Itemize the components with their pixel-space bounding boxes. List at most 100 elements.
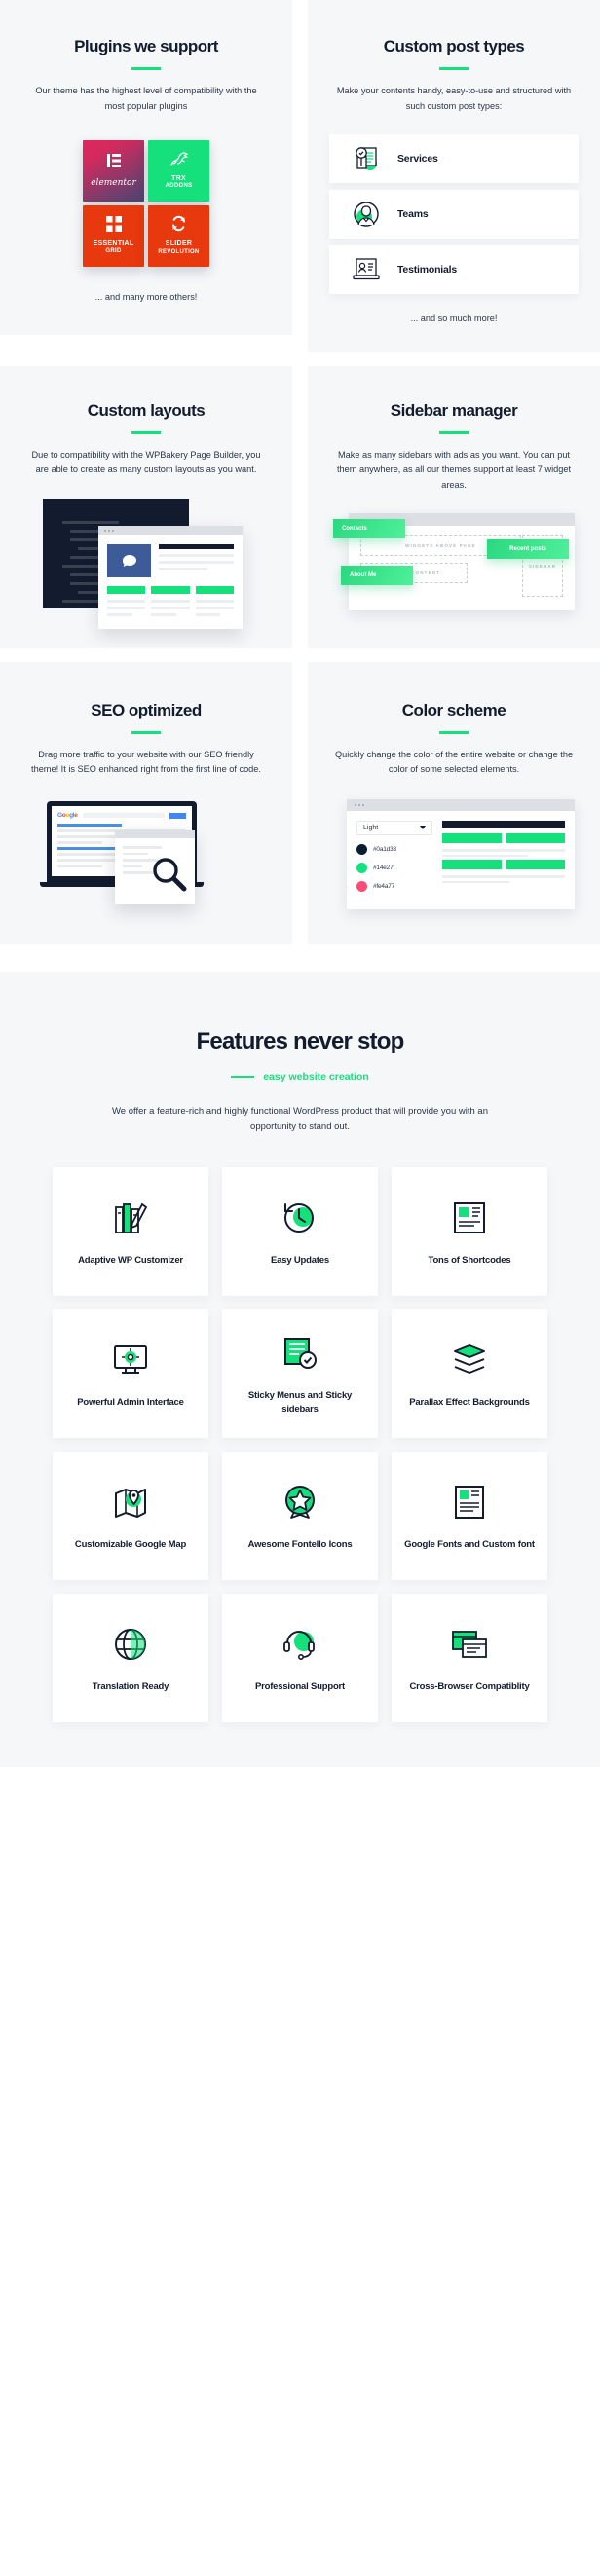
spacer-2 (0, 647, 600, 662)
search-result-window (115, 830, 195, 905)
feature-label-professional-support: Professional Support (254, 1681, 346, 1693)
post-type-label-testimonials: Testimonials (397, 263, 458, 276)
post-type-label-teams: Teams (397, 207, 429, 220)
document-checklist-icon (351, 143, 382, 174)
feature-card-awesome-fontello-icons[interactable]: Awesome Fontello Icons (222, 1451, 378, 1580)
color-scheme-window: Light #0a1d33 #14e27f #fe4a77 (347, 799, 575, 910)
feature-card-tons-of-shortcodes[interactable]: Tons of Shortcodes (392, 1166, 547, 1296)
swatch-hex-green: #14e27f (373, 865, 395, 872)
feature-card-translation-ready[interactable]: Translation Ready (53, 1593, 208, 1722)
color-scheme-section: Color scheme Quickly change the color of… (308, 661, 600, 944)
plugin-name-elementor: elementor (91, 178, 136, 189)
post-type-card-services[interactable]: Services (329, 133, 579, 183)
feature-label-google-fonts: Google Fonts and Custom font (404, 1539, 535, 1551)
col-right-3: Color scheme Quickly change the color of… (308, 661, 600, 944)
feature-card-professional-support[interactable]: Professional Support (222, 1593, 378, 1722)
layouts-rule (131, 430, 161, 434)
features-grid: Adaptive WP Customizer Easy Updates Tons… (0, 1166, 600, 1722)
features-subtitle-row: easy website creation (0, 1071, 600, 1083)
plugin-name-essential: ESSENTIAL (93, 239, 134, 247)
sidebar-manager-illustration: WIDGETS ABOVE PAGE ABOVE CONTENT SIDEBAR… (333, 513, 575, 615)
post-types-rule (439, 67, 469, 70)
post-types-desc: Make your contents handy, easy-to-use an… (336, 86, 572, 111)
post-type-label-services: Services (397, 152, 438, 165)
plugin-sub-trx: ADDONS (165, 183, 193, 190)
feature-card-adaptive-wp-customizer[interactable]: Adaptive WP Customizer (53, 1166, 208, 1296)
typography-page-icon (447, 1480, 492, 1525)
layouts-desc: Due to compatibility with the WPBakery P… (31, 449, 261, 475)
person-avatar-icon (351, 199, 382, 230)
row-seo-color: SEO optimized Drag more traffic to your … (0, 661, 600, 944)
post-type-card-teams[interactable]: Teams (329, 189, 579, 239)
support-headset-icon (278, 1622, 322, 1667)
row-plugins-posttypes: Plugins we support Our theme has the hig… (0, 0, 600, 352)
post-types-title: Custom post types (383, 37, 525, 55)
feature-card-powerful-admin-interface[interactable]: Powerful Admin Interface (53, 1308, 208, 1438)
feature-label-powerful-admin-interface: Powerful Admin Interface (77, 1397, 184, 1409)
swatch-row-pink[interactable]: #fe4a77 (356, 881, 432, 893)
color-scheme-rule (439, 730, 469, 734)
plugin-name-trx: TRX (171, 174, 186, 182)
elementor-icon (105, 152, 123, 174)
spacer-1 (0, 351, 600, 366)
search-window-body (115, 838, 195, 904)
color-controls: Light #0a1d33 #14e27f #fe4a77 (356, 821, 432, 900)
widget-chip-recent-posts[interactable]: Recent posts (487, 539, 569, 560)
browser-content (98, 535, 243, 629)
scheme-select-value: Light (363, 825, 379, 832)
plugin-tile-elementor[interactable]: elementor (83, 139, 144, 202)
widget-chip-contacts[interactable]: Contacts (333, 519, 405, 539)
color-scheme-illustration: Light #0a1d33 #14e27f #fe4a77 (333, 799, 575, 910)
post-types-list: Services Teams Testimonials (329, 133, 579, 294)
swatch-dot-green (356, 863, 367, 874)
browser-windows-icon (447, 1622, 492, 1667)
preview-buttons (107, 586, 234, 595)
layout-blocks-icon (447, 1196, 492, 1240)
feature-label-easy-updates: Easy Updates (271, 1255, 329, 1267)
feature-card-easy-updates[interactable]: Easy Updates (222, 1166, 378, 1296)
chevron-down-icon (420, 825, 426, 831)
feature-label-awesome-fontello-icons: Awesome Fontello Icons (247, 1539, 353, 1551)
col-left-3: SEO optimized Drag more traffic to your … (0, 661, 292, 944)
google-search-input[interactable] (82, 813, 165, 819)
refresh-circle-icon (278, 1196, 322, 1240)
swatch-row-dark[interactable]: #0a1d33 (356, 844, 432, 856)
features-section: Features never stop easy website creatio… (0, 971, 600, 1767)
post-type-card-testimonials[interactable]: Testimonials (329, 244, 579, 294)
plugin-tile-essential-grid[interactable]: ESSENTIAL GRID (83, 204, 144, 267)
feature-card-customizable-google-map[interactable]: Customizable Google Map (53, 1451, 208, 1580)
plugins-title: Plugins we support (74, 37, 218, 55)
row-layouts-sidebar: Custom layouts Due to compatibility with… (0, 365, 600, 648)
sidebar-manager-section: Sidebar manager Make as many sidebars wi… (308, 365, 600, 648)
plugins-note: ... and many more others! (94, 291, 198, 302)
page-root: Plugins we support Our theme has the hig… (0, 0, 600, 1767)
plugin-tile-trx[interactable]: TRX ADDONS (148, 139, 209, 202)
seo-rule (131, 730, 161, 734)
grid-squares-icon (105, 215, 122, 237)
feature-card-google-fonts[interactable]: Google Fonts and Custom font (392, 1451, 547, 1580)
map-pin-icon (108, 1480, 153, 1525)
plugin-tile-slider-revolution[interactable]: SLIDER REVOLUTION (148, 204, 209, 267)
monitor-gear-icon (108, 1338, 153, 1382)
search-window-titlebar (115, 830, 195, 839)
layouts-illustration (25, 499, 267, 630)
col-right-1: Custom post types Make your contents han… (308, 0, 600, 352)
globe-icon (108, 1622, 153, 1667)
features-lead: We offer a feature-rich and highly funct… (111, 1105, 488, 1133)
widget-chip-about-me[interactable]: About Me (341, 566, 413, 586)
features-title: Features never stop (196, 1027, 405, 1054)
swatch-row-green[interactable]: #14e27f (356, 863, 432, 874)
google-search-button[interactable] (169, 812, 186, 819)
refresh-arrows-icon (170, 215, 187, 237)
feature-card-sticky-menus[interactable]: Sticky Menus and Sticky sidebars (222, 1308, 378, 1438)
feature-label-translation-ready: Translation Ready (92, 1681, 169, 1693)
post-types-note: ... and so much more! (410, 313, 498, 323)
plugin-sub-essential: GRID (105, 248, 122, 255)
swatch-hex-pink: #fe4a77 (373, 883, 395, 891)
color-window-titlebar (347, 799, 575, 812)
feature-card-parallax-effect[interactable]: Parallax Effect Backgrounds (392, 1308, 547, 1438)
plugins-desc: Our theme has the highest level of compa… (35, 86, 257, 111)
scheme-select[interactable]: Light (356, 821, 432, 836)
feature-card-cross-browser[interactable]: Cross-Browser Compatiblity (392, 1593, 547, 1722)
browser-titlebar (98, 526, 243, 536)
